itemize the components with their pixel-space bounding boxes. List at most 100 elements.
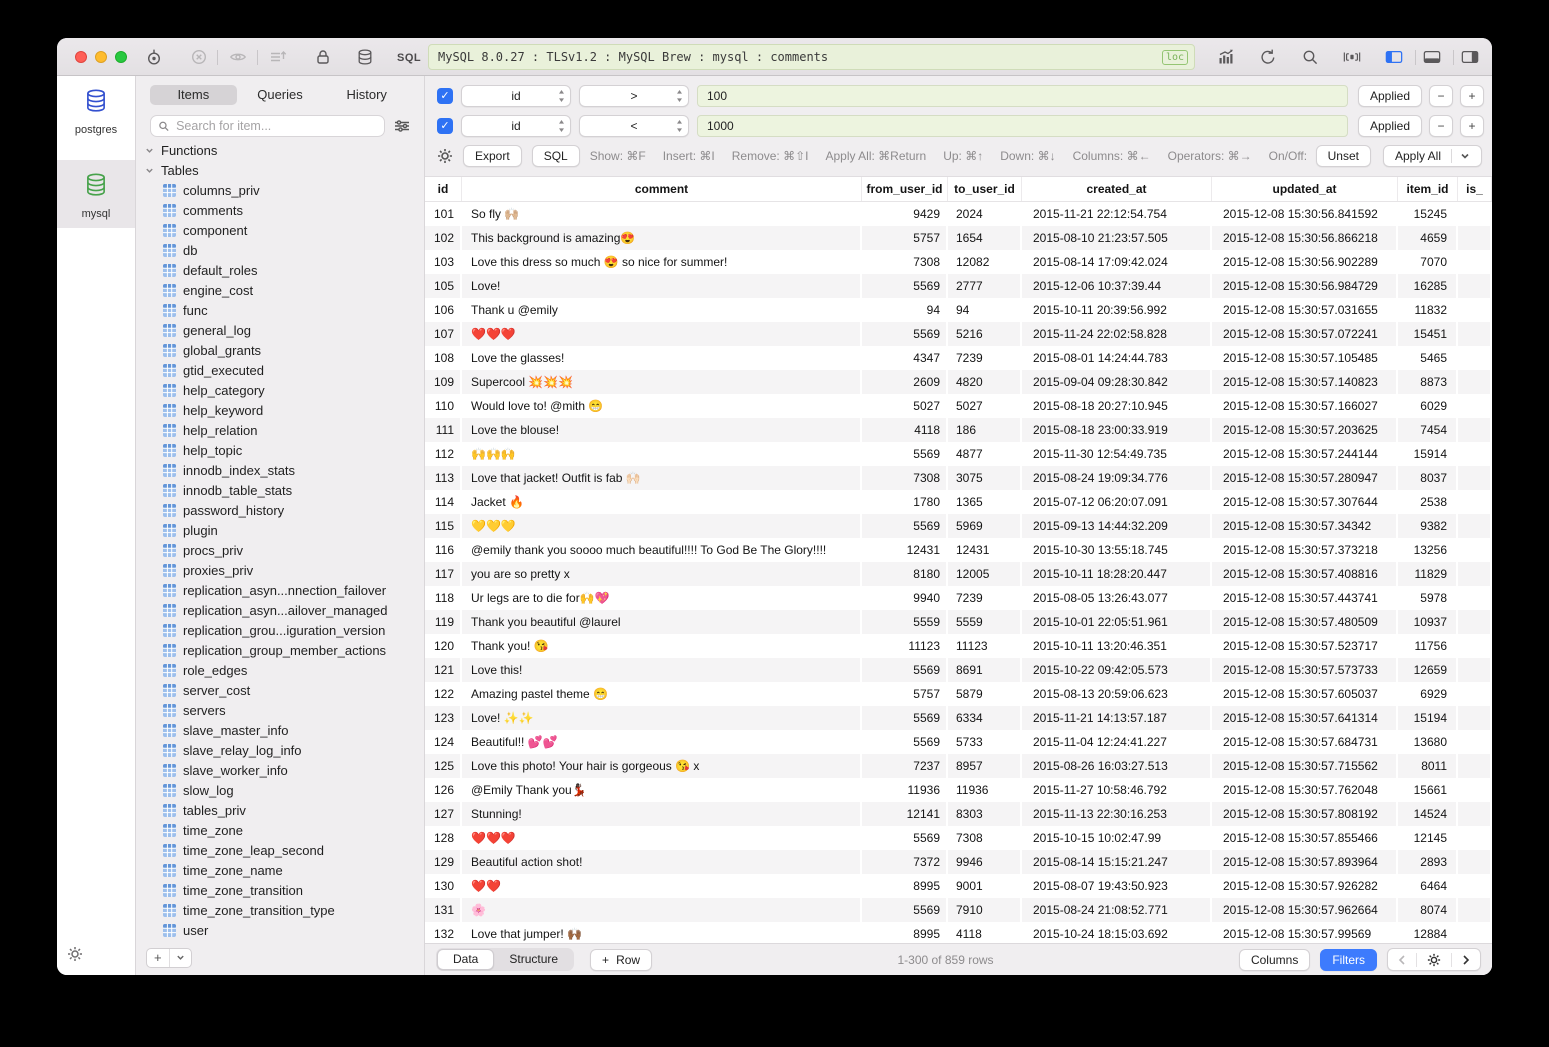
sidebar-item-table[interactable]: default_roles <box>136 260 424 280</box>
log-list-icon[interactable] <box>269 48 287 66</box>
column-header-id[interactable]: id <box>425 177 462 201</box>
sidebar-item-table[interactable]: columns_priv <box>136 180 424 200</box>
table-row[interactable]: 105Love!556927772015-12-06 10:37:39.4420… <box>425 274 1492 298</box>
sidebar-item-table[interactable]: innodb_index_stats <box>136 460 424 480</box>
sidebar-item-table[interactable]: slow_log <box>136 780 424 800</box>
sidebar-item-table[interactable]: replication_asyn...ailover_managed <box>136 600 424 620</box>
filter-column-select[interactable]: id <box>461 115 571 137</box>
filter-operator-select[interactable]: < <box>579 115 689 137</box>
sidebar-item-table[interactable]: user <box>136 920 424 940</box>
table-row[interactable]: 116@emily thank you soooo much beautiful… <box>425 538 1492 562</box>
tab-history[interactable]: History <box>323 85 410 105</box>
connection-icon[interactable] <box>145 48 163 66</box>
table-row[interactable]: 102This background is amazing😍5757165420… <box>425 226 1492 250</box>
table-row[interactable]: 112🙌🙌🙌556948772015-11-30 12:54:49.735201… <box>425 442 1492 466</box>
fit-width-icon[interactable] <box>1343 48 1361 66</box>
table-row[interactable]: 119Thank you beautiful @laurel5559555920… <box>425 610 1492 634</box>
sidebar-item-table[interactable]: innodb_table_stats <box>136 480 424 500</box>
sidebar-item-table[interactable]: engine_cost <box>136 280 424 300</box>
table-row[interactable]: 114Jacket 🔥178013652015-07-12 06:20:07.0… <box>425 490 1492 514</box>
column-header-from_user_id[interactable]: from_user_id <box>862 177 948 201</box>
filter-column-select[interactable]: id <box>461 85 571 107</box>
tab-queries[interactable]: Queries <box>237 85 324 105</box>
table-row[interactable]: 123Love! ✨✨556963342015-11-21 14:13:57.1… <box>425 706 1492 730</box>
sidebar-item-table[interactable]: func <box>136 300 424 320</box>
process-chart-icon[interactable] <box>1217 48 1235 66</box>
sidebar-item-table[interactable]: help_keyword <box>136 400 424 420</box>
filter-value-input[interactable] <box>697 115 1348 137</box>
sql-editor-button[interactable]: SQL <box>397 52 421 64</box>
lock-icon[interactable] <box>314 48 332 66</box>
filter-value-input[interactable] <box>697 85 1348 107</box>
sidebar-item-table[interactable]: procs_priv <box>136 540 424 560</box>
minimize-window-button[interactable] <box>95 51 107 63</box>
filter-operator-select[interactable]: > <box>579 85 689 107</box>
sidebar-item-table[interactable]: component <box>136 220 424 240</box>
sidebar-item-table[interactable]: time_zone_transition <box>136 880 424 900</box>
sidebar-item-table[interactable]: general_log <box>136 320 424 340</box>
table-row[interactable]: 121Love this!556986912015-10-22 09:42:05… <box>425 658 1492 682</box>
toggle-left-panel-icon[interactable] <box>1385 48 1403 66</box>
table-settings-button[interactable] <box>1417 949 1451 970</box>
unset-button[interactable]: Unset <box>1316 145 1371 167</box>
sidebar-item-table[interactable]: tables_priv <box>136 800 424 820</box>
table-row[interactable]: 118Ur legs are to die for🙌💖994072392015-… <box>425 586 1492 610</box>
table-row[interactable]: 101So fly 🙌🏼942920242015-11-21 22:12:54.… <box>425 202 1492 226</box>
filter-add-button[interactable]: + <box>1460 115 1484 137</box>
sidebar-item-table[interactable]: help_category <box>136 380 424 400</box>
sidebar-item-table[interactable]: replication_asyn...nnection_failover <box>136 580 424 600</box>
sidebar-item-table[interactable]: slave_relay_log_info <box>136 740 424 760</box>
sidebar-item-table[interactable]: replication_group_member_actions <box>136 640 424 660</box>
table-row[interactable]: 126@Emily Thank you💃🏿11936119362015-11-2… <box>425 778 1492 802</box>
sidebar-item-table[interactable]: comments <box>136 200 424 220</box>
sidebar-item-table[interactable]: help_topic <box>136 440 424 460</box>
table-row[interactable]: 131🌸556979102015-08-24 21:08:52.7712015-… <box>425 898 1492 922</box>
column-header-item_id[interactable]: item_id <box>1398 177 1458 201</box>
table-row[interactable]: 109Supercool 💥💥💥260948202015-09-04 09:28… <box>425 370 1492 394</box>
rail-settings-button[interactable] <box>67 946 83 967</box>
zoom-window-button[interactable] <box>115 51 127 63</box>
filter-enabled-checkbox[interactable]: ✓ <box>437 118 453 134</box>
table-row[interactable]: 103Love this dress so much 😍 so nice for… <box>425 250 1492 274</box>
columns-button[interactable]: Columns <box>1239 949 1310 971</box>
export-button[interactable]: Export <box>463 145 522 167</box>
sidebar-item-table[interactable]: slave_worker_info <box>136 760 424 780</box>
table-row[interactable]: 124Beautiful!! 💕💕556957332015-11-04 12:2… <box>425 730 1492 754</box>
table-row[interactable]: 120Thank you! 😘11123111232015-10-11 13:2… <box>425 634 1492 658</box>
sidebar-item-table[interactable]: server_cost <box>136 680 424 700</box>
table-row[interactable]: 111Love the blouse!41181862015-08-18 23:… <box>425 418 1492 442</box>
filter-applied-button[interactable]: Applied <box>1358 85 1422 107</box>
column-header-created_at[interactable]: created_at <box>1022 177 1212 201</box>
tree-section-functions[interactable]: Functions <box>136 140 424 160</box>
disconnect-icon[interactable] <box>190 48 208 66</box>
table-row[interactable]: 125Love this photo! Your hair is gorgeou… <box>425 754 1492 778</box>
prev-page-button[interactable] <box>1388 949 1416 970</box>
database-icon[interactable] <box>356 48 374 66</box>
tree-section-tables[interactable]: Tables <box>136 160 424 180</box>
table-row[interactable]: 113Love that jacket! Outfit is fab 🙌🏻730… <box>425 466 1492 490</box>
search-icon[interactable] <box>1301 48 1319 66</box>
tab-items[interactable]: Items <box>150 85 237 105</box>
filters-button[interactable]: Filters <box>1320 949 1377 971</box>
sidebar-item-table[interactable]: time_zone_name <box>136 860 424 880</box>
sidebar-item-table[interactable]: servers <box>136 700 424 720</box>
next-page-button[interactable] <box>1452 949 1480 970</box>
sidebar-item-table[interactable]: help_relation <box>136 420 424 440</box>
column-header-to_user_id[interactable]: to_user_id <box>948 177 1022 201</box>
sidebar-item-table[interactable]: time_zone <box>136 820 424 840</box>
toggle-right-panel-icon[interactable] <box>1461 48 1479 66</box>
table-row[interactable]: 106Thank u @emily94942015-10-11 20:39:56… <box>425 298 1492 322</box>
sql-button[interactable]: SQL <box>532 145 580 167</box>
add-item-menu-button[interactable] <box>169 949 191 967</box>
table-row[interactable]: 115💛💛💛556959692015-09-13 14:44:32.209201… <box>425 514 1492 538</box>
filter-settings-button[interactable] <box>437 148 453 164</box>
table-row[interactable]: 117you are so pretty x8180120052015-10-1… <box>425 562 1492 586</box>
table-row[interactable]: 129Beautiful action shot!737299462015-08… <box>425 850 1492 874</box>
preview-eye-icon[interactable] <box>229 48 247 66</box>
sidebar-item-table[interactable]: time_zone_transition_type <box>136 900 424 920</box>
sidebar-item-table[interactable]: global_grants <box>136 340 424 360</box>
close-window-button[interactable] <box>75 51 87 63</box>
filter-remove-button[interactable]: − <box>1429 115 1453 137</box>
search-input[interactable] <box>174 118 377 134</box>
column-header-updated_at[interactable]: updated_at <box>1212 177 1398 201</box>
